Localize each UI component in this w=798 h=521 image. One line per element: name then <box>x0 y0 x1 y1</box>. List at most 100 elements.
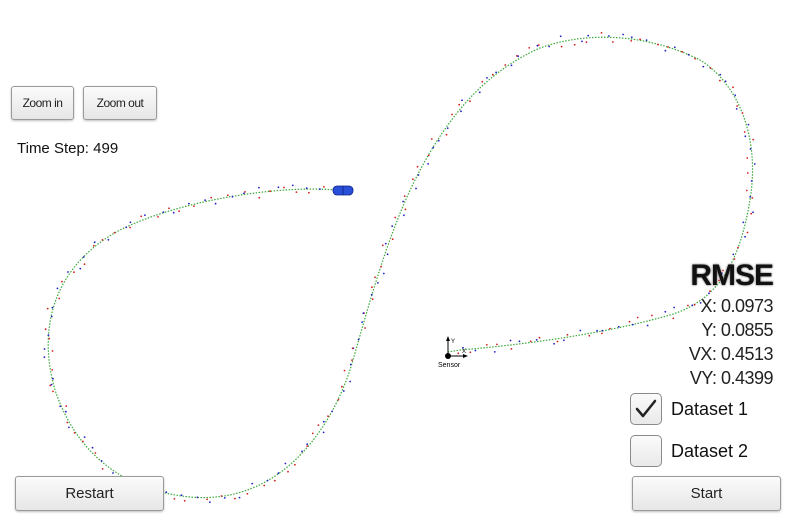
radar-measurement <box>107 238 110 241</box>
lidar-measurement <box>343 369 346 372</box>
lidar-measurement <box>451 113 453 116</box>
lidar-measurement <box>220 495 223 497</box>
radar-measurement <box>322 431 325 434</box>
lidar-measurement <box>173 497 176 500</box>
lidar-measurement <box>732 86 734 89</box>
lidar-measurement <box>496 343 498 346</box>
radar-measurement <box>68 426 70 429</box>
lidar-measurement <box>269 190 271 193</box>
radar-measurement <box>744 135 747 138</box>
radar-measurement <box>753 163 756 165</box>
radar-measurement <box>284 462 287 465</box>
radar-measurement <box>258 186 260 189</box>
radar-measurement <box>319 188 321 191</box>
radar-measurement <box>301 450 303 453</box>
lidar-measurement <box>311 432 314 435</box>
lidar-measurement <box>157 216 159 218</box>
lidar-measurement <box>639 38 641 41</box>
lidar-measurement <box>317 424 320 426</box>
lidar-measurement <box>672 317 675 320</box>
radar-measurement <box>214 202 217 205</box>
zoom-out-button[interactable]: Zoom out <box>83 86 157 120</box>
lidar-measurement <box>323 186 325 188</box>
dataset-1-toggle[interactable]: Dataset 1 <box>630 393 748 425</box>
lidar-measurement <box>244 191 246 193</box>
radar-measurement <box>196 496 199 499</box>
lidar-measurement <box>736 105 738 107</box>
lidar-measurement <box>412 178 414 181</box>
radar-measurement <box>43 348 46 350</box>
start-button[interactable]: Start <box>632 476 781 511</box>
radar-measurement <box>100 460 103 462</box>
lidar-measurement <box>751 197 754 199</box>
radar-measurement <box>646 324 649 327</box>
zoom-in-button[interactable]: Zoom in <box>11 86 74 120</box>
radar-measurement <box>223 497 226 499</box>
radar-measurement <box>59 405 62 408</box>
lidar-measurement <box>538 336 541 339</box>
radar-measurement <box>391 225 394 228</box>
radar-measurement <box>209 501 211 503</box>
radar-measurement <box>702 65 705 68</box>
lidar-measurement <box>427 154 430 157</box>
dataset-2-checkbox[interactable] <box>630 435 662 467</box>
radar-measurement <box>752 211 754 214</box>
radar-measurement <box>386 253 389 256</box>
radar-measurement <box>664 310 667 313</box>
rmse-x: X: 0.0973 <box>700 296 773 316</box>
lidar-measurement <box>746 172 749 174</box>
lidar-measurement <box>566 333 569 336</box>
lidar-measurement <box>374 276 376 279</box>
car-marker <box>332 185 354 196</box>
radar-measurement <box>622 33 624 36</box>
radar-measurement <box>478 91 481 94</box>
lidar-measurement <box>445 133 448 136</box>
radar-measurement <box>719 73 722 76</box>
lidar-measurement <box>287 470 289 473</box>
radar-measurement <box>43 356 46 359</box>
radar-measurement <box>172 211 175 214</box>
lidar-measurement <box>337 398 340 401</box>
lidar-measurement <box>404 208 407 211</box>
lidar-measurement <box>66 421 69 424</box>
radar-measurement <box>56 287 59 290</box>
radar-measurement <box>446 127 449 129</box>
lidar-measurement <box>101 239 104 241</box>
restart-button[interactable]: Restart <box>15 476 164 511</box>
lidar-measurement <box>612 41 614 43</box>
lidar-measurement <box>481 80 484 83</box>
lidar-measurement <box>351 347 354 350</box>
radar-measurement <box>563 339 565 342</box>
radar-measurement <box>322 420 325 423</box>
rmse-vy: VY: 0.4399 <box>689 368 774 388</box>
radar-measurement <box>749 148 752 150</box>
radar-measurement <box>535 339 538 341</box>
dataset-1-checkbox[interactable] <box>630 393 662 425</box>
lidar-measurement <box>364 327 366 329</box>
lidar-measurement <box>44 328 47 331</box>
lidar-measurement <box>651 314 653 317</box>
radar-measurement <box>277 472 280 475</box>
lidar-measurement <box>600 32 603 34</box>
lidar-measurement <box>491 73 494 76</box>
lidar-measurement <box>94 452 97 454</box>
radar-measurement <box>306 443 309 446</box>
radar-measurement <box>734 94 737 97</box>
lidar-measurement <box>752 138 755 141</box>
lidar-measurement <box>746 231 749 234</box>
dataset-1-label: Dataset 1 <box>671 398 749 419</box>
lidar-measurement <box>560 45 563 48</box>
radar-measurement <box>724 80 727 83</box>
lidar-measurement <box>694 57 696 60</box>
dataset-2-toggle[interactable]: Dataset 2 <box>630 435 748 467</box>
lidar-measurement <box>61 280 63 283</box>
radar-measurement <box>403 214 405 217</box>
radar-measurement <box>52 377 54 380</box>
lidar-measurement <box>556 340 559 343</box>
lidar-measurement <box>636 316 639 319</box>
radar-measurement <box>750 180 753 182</box>
radar-measurement <box>630 36 633 39</box>
radar-measurement <box>461 99 463 102</box>
radar-measurement <box>402 200 404 203</box>
radar-measurement <box>474 349 477 352</box>
